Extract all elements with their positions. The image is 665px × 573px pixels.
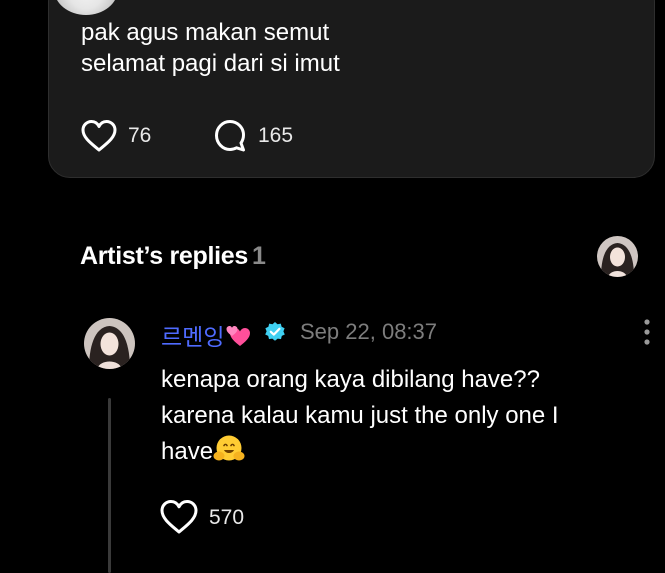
- post-author-avatar[interactable]: [54, 0, 118, 15]
- reply-text-line-last: have: [161, 434, 559, 470]
- reply-text: kenapa orang kaya dibilang have?? karena…: [161, 362, 559, 470]
- post-text-line: pak agus makan semut: [81, 19, 330, 46]
- reply-text-line-end: have: [161, 438, 214, 465]
- verified-badge-icon: [265, 322, 285, 341]
- two-hearts-emoji-icon: [226, 326, 251, 346]
- artist-avatar-small[interactable]: [597, 236, 638, 277]
- thread-line: [108, 398, 111, 573]
- like-count: 76: [128, 124, 152, 147]
- reply-heart-icon[interactable]: [159, 498, 199, 536]
- reply-author-name[interactable]: 르멘잉: [161, 318, 224, 352]
- more-options-icon[interactable]: [640, 318, 654, 348]
- comment-count: 165: [258, 124, 294, 147]
- artist-replies-header: Artist’s replies 1: [80, 242, 266, 271]
- reply-author-avatar[interactable]: [84, 318, 135, 369]
- reply-text-line: karena kalau kamu just the only one I: [161, 402, 559, 429]
- reply-author[interactable]: 르멘잉: [161, 318, 251, 352]
- hugging-face-emoji-icon: [213, 435, 245, 461]
- section-title: Artist’s replies: [80, 242, 248, 270]
- comment-icon[interactable]: [213, 118, 247, 154]
- heart-icon[interactable]: [80, 118, 118, 154]
- section-count: 1: [251, 242, 266, 270]
- reply-like-count: 570: [209, 506, 245, 529]
- reply-text-line: kenapa orang kaya dibilang have??: [161, 366, 540, 393]
- reply-timestamp: Sep 22, 08:37: [300, 319, 438, 344]
- post-text: pak agus makan semut selamat pagi dari s…: [81, 17, 340, 79]
- post-text-line: selamat pagi dari si imut: [81, 50, 340, 77]
